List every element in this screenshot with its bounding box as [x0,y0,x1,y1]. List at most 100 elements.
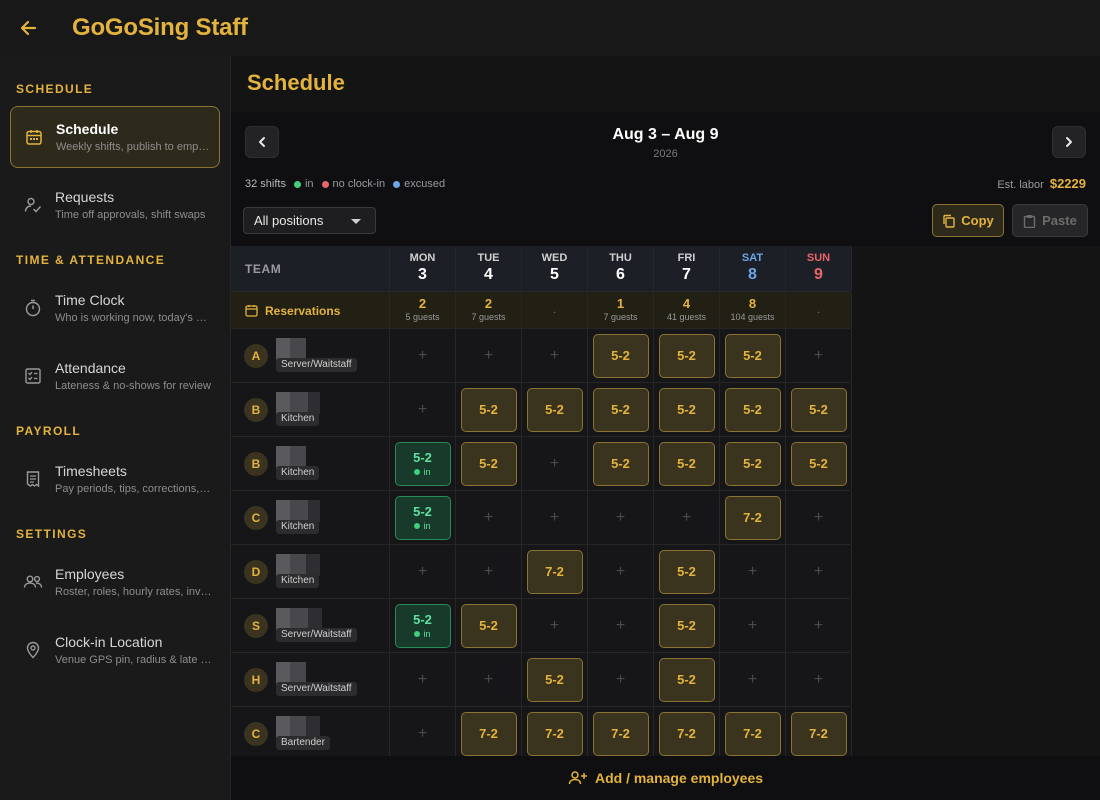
schedule-slot[interactable]: + [720,599,786,652]
shift-block[interactable]: 7-2 [526,549,583,594]
reservation-cell[interactable]: 25 guests [390,292,456,328]
schedule-slot[interactable]: + [654,491,720,544]
schedule-slot[interactable]: 5-2 [654,383,720,436]
reservation-cell[interactable]: . [522,292,588,328]
next-week-button[interactable] [1052,126,1086,158]
reservation-cell[interactable]: 8 104 guests [720,292,786,328]
sidebar-item-requests[interactable]: Requests Time off approvals, shift swaps [10,174,220,236]
shift-block[interactable]: 7-2 [790,711,847,756]
reservations-row[interactable]: Reservations 25 guests 2 7 guests. 1 7 guest… [231,292,852,329]
schedule-slot[interactable]: + [456,653,522,706]
schedule-slot[interactable]: + [522,329,588,382]
shift-block[interactable]: 5-2 [658,657,715,702]
position-filter-select[interactable]: All positions [243,207,376,234]
shift-block[interactable]: 5-2 [592,333,649,378]
shift-block[interactable]: 5-2 [592,387,649,432]
schedule-slot[interactable]: 5-2 [786,437,852,490]
employee-info[interactable]: C Kitchen [231,491,390,544]
shift-block[interactable]: 5-2 [724,387,781,432]
shift-block[interactable]: 7-2 [460,711,517,756]
schedule-slot[interactable]: + [522,491,588,544]
shift-block[interactable]: 7-2 [724,495,781,540]
schedule-slot[interactable]: + [786,491,852,544]
schedule-slot[interactable]: 5-2 in [390,491,456,544]
schedule-slot[interactable]: + [390,653,456,706]
schedule-slot[interactable]: 5-2 in [390,437,456,490]
schedule-slot[interactable]: + [390,545,456,598]
schedule-slot[interactable]: + [456,491,522,544]
shift-block[interactable]: 5-2 [592,441,649,486]
schedule-slot[interactable]: 5-2 [588,383,654,436]
employee-info[interactable]: C Bartender [231,707,390,760]
shift-block[interactable]: 5-2 [724,441,781,486]
schedule-slot[interactable]: + [786,653,852,706]
shift-block[interactable]: 5-2 in [394,495,451,540]
schedule-slot[interactable]: 5-2 [786,383,852,436]
schedule-slot[interactable]: 5-2 [654,545,720,598]
shift-block[interactable]: 5-2 [460,441,517,486]
schedule-slot[interactable]: + [456,545,522,598]
sidebar-item-employees[interactable]: Employees Roster, roles, hourly rates, i… [10,551,220,613]
sidebar-item-timesheets[interactable]: Timesheets Pay periods, tips, correction… [10,448,220,510]
employee-info[interactable]: B Kitchen [231,437,390,490]
schedule-slot[interactable]: 5-2 [720,329,786,382]
schedule-slot[interactable]: 5-2 [654,599,720,652]
shift-block[interactable]: 5-2 in [394,603,451,648]
shift-block[interactable]: 5-2 [790,387,847,432]
schedule-slot[interactable]: + [720,545,786,598]
schedule-slot[interactable]: + [588,491,654,544]
schedule-slot[interactable]: 7-2 [720,491,786,544]
schedule-slot[interactable]: 7-2 [522,545,588,598]
schedule-slot[interactable]: + [522,437,588,490]
copy-button[interactable]: Copy [932,204,1004,237]
schedule-slot[interactable]: + [786,599,852,652]
sidebar-item-attendance[interactable]: Attendance Lateness & no-shows for revie… [10,345,220,407]
sidebar-item-clock-in-location[interactable]: Clock-in Location Venue GPS pin, radius … [10,619,220,681]
schedule-slot[interactable]: + [456,329,522,382]
add-manage-employees-button[interactable]: Add / manage employees [231,756,1100,800]
shift-block[interactable]: 5-2 [658,603,715,648]
shift-block[interactable]: 5-2 [658,333,715,378]
shift-block[interactable]: 5-2 in [394,441,451,486]
schedule-slot[interactable]: + [390,329,456,382]
shift-block[interactable]: 5-2 [658,441,715,486]
schedule-slot[interactable]: 5-2 [588,437,654,490]
schedule-slot[interactable]: 7-2 [588,707,654,760]
shift-block[interactable]: 5-2 [460,387,517,432]
reservation-cell[interactable]: 4 41 guests [654,292,720,328]
shift-block[interactable]: 5-2 [526,387,583,432]
reservation-cell[interactable]: . [786,292,852,328]
schedule-slot[interactable]: + [588,653,654,706]
schedule-slot[interactable]: 5-2 [720,437,786,490]
employee-info[interactable]: S Server/Waitstaff [231,599,390,652]
schedule-slot[interactable]: + [786,329,852,382]
employee-info[interactable]: H Server/Waitstaff [231,653,390,706]
schedule-slot[interactable]: 5-2 [654,437,720,490]
schedule-slot[interactable]: 5-2 [654,329,720,382]
back-button[interactable] [0,0,56,56]
reservation-cell[interactable]: 27 guests [456,292,522,328]
schedule-slot[interactable]: 7-2 [654,707,720,760]
shift-block[interactable]: 5-2 [658,549,715,594]
schedule-slot[interactable]: + [588,545,654,598]
schedule-slot[interactable]: 5-2 [720,383,786,436]
employee-info[interactable]: D Kitchen [231,545,390,598]
schedule-slot[interactable]: 7-2 [522,707,588,760]
schedule-slot[interactable]: + [522,599,588,652]
shift-block[interactable]: 5-2 [790,441,847,486]
schedule-slot[interactable]: + [720,653,786,706]
schedule-slot[interactable]: 7-2 [456,707,522,760]
shift-block[interactable]: 7-2 [526,711,583,756]
shift-block[interactable]: 5-2 [526,657,583,702]
shift-block[interactable]: 7-2 [592,711,649,756]
employee-info[interactable]: A Server/Waitstaff [231,329,390,382]
schedule-slot[interactable]: 5-2 [588,329,654,382]
schedule-slot[interactable]: 5-2 [654,653,720,706]
schedule-slot[interactable]: 7-2 [720,707,786,760]
schedule-slot[interactable]: + [588,599,654,652]
reservation-cell[interactable]: 17 guests [588,292,654,328]
shift-block[interactable]: 5-2 [658,387,715,432]
schedule-slot[interactable]: 7-2 [786,707,852,760]
shift-block[interactable]: 7-2 [724,711,781,756]
paste-button[interactable]: Paste [1012,204,1088,237]
